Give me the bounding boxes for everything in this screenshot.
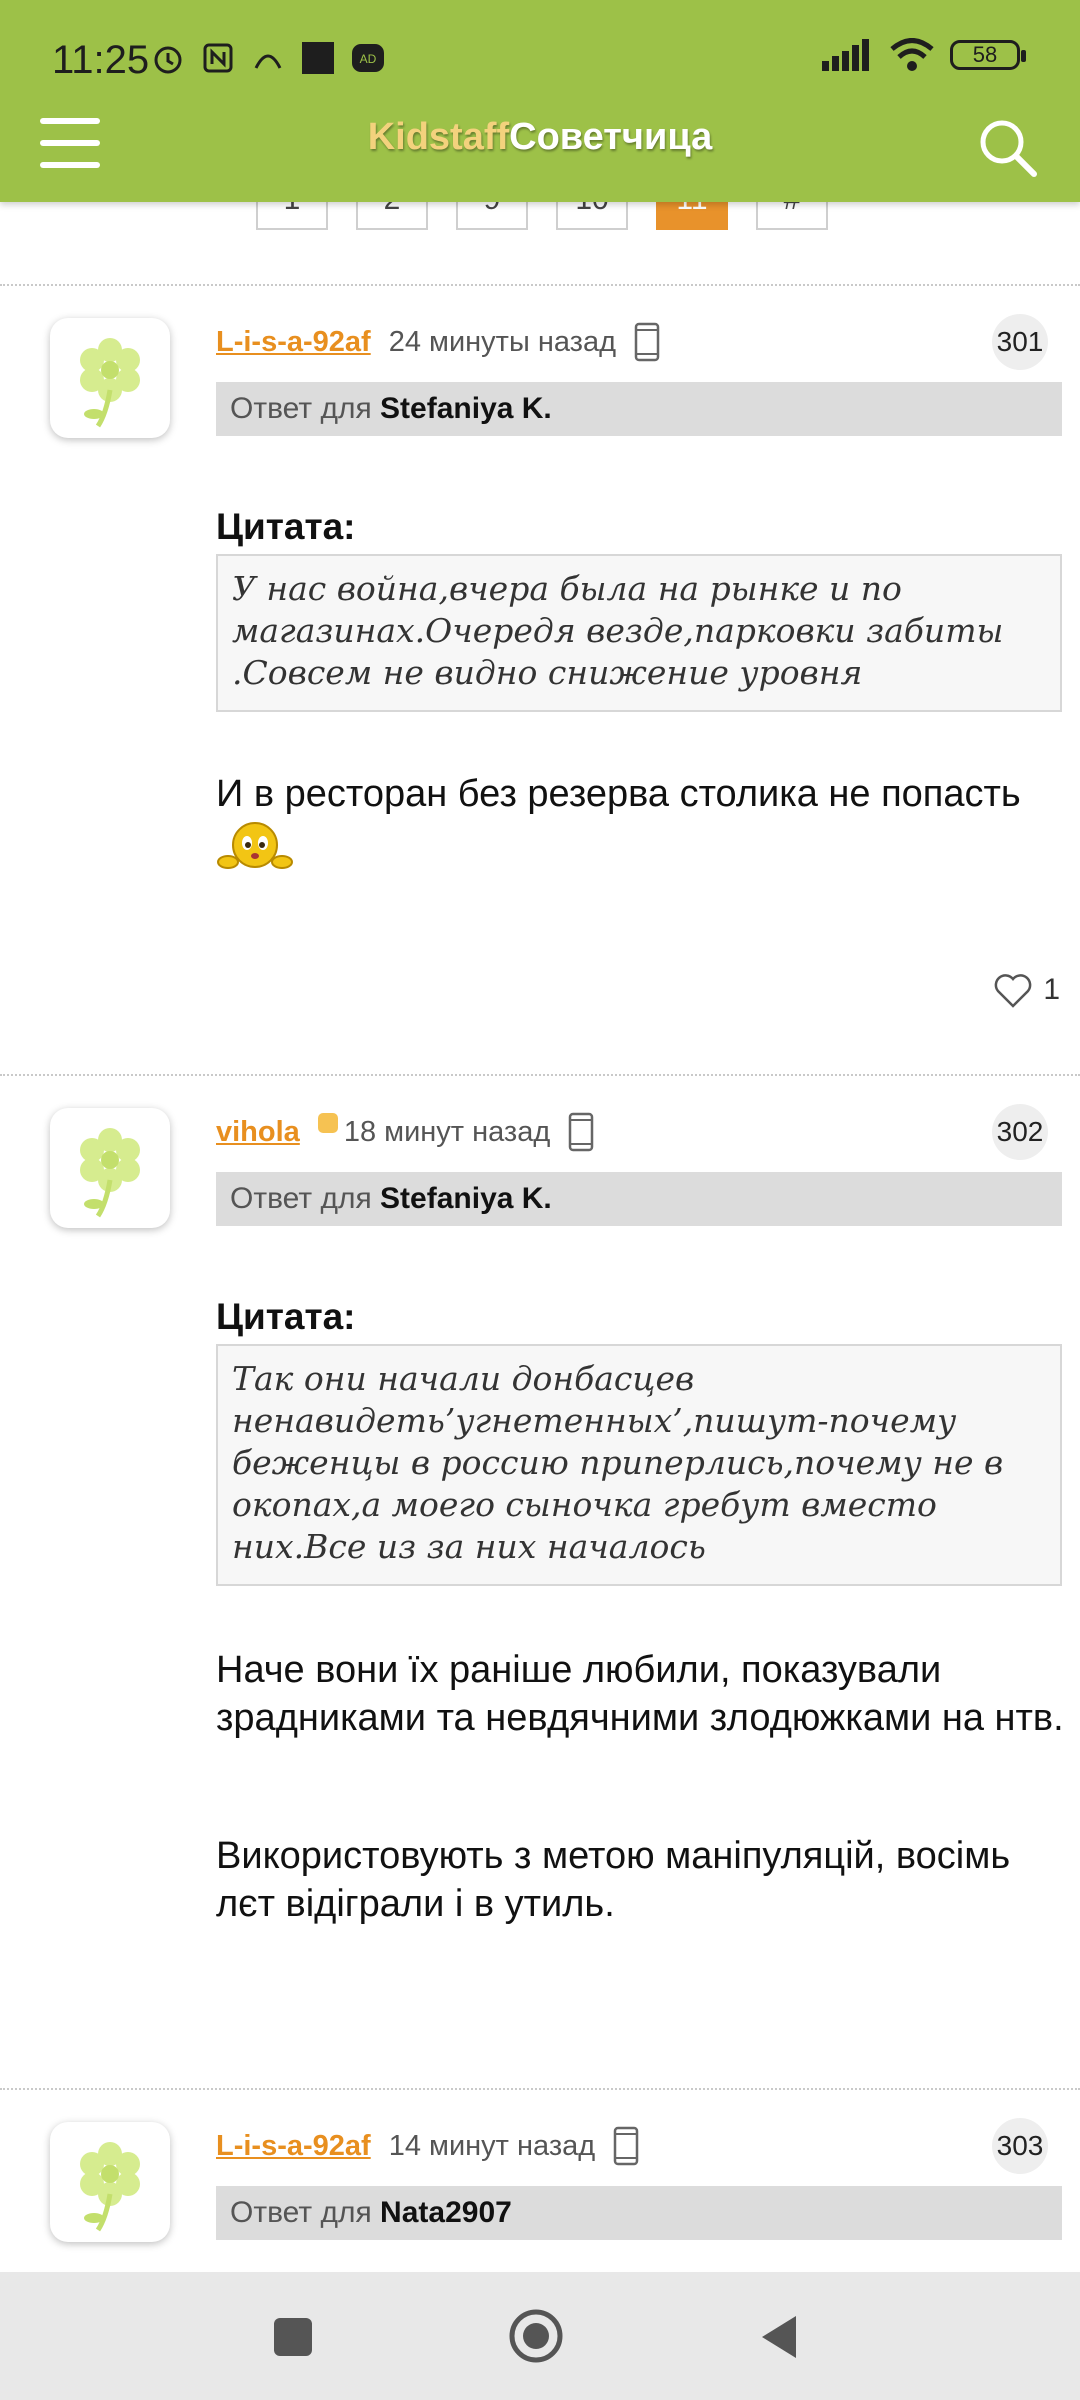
post-text: И в ресторан без резерва столика не попа… <box>216 770 1066 872</box>
quote-title: Цитата: <box>216 506 356 547</box>
post-time: 24 минуты назад <box>388 325 617 358</box>
reply-to-user: Nata2907 <box>380 2196 512 2229</box>
status-bar: 11:25 AD 58 <box>0 0 1080 120</box>
quote-title: Цитата: <box>216 1296 356 1337</box>
post-text-paragraph-2: Використовують з метою маніпуляцій, восі… <box>216 1835 1011 1925</box>
post-time: 18 минут назад <box>343 1115 551 1148</box>
square-icon <box>302 42 334 74</box>
quote-box: Так они начали донбасцев ненавидеть’угне… <box>216 1344 1062 1586</box>
reply-to-bar[interactable]: Ответ для Nata2907 <box>216 2186 1062 2240</box>
flower-icon <box>80 1128 140 1218</box>
site-logo[interactable]: KidstaffСоветчица <box>0 116 1080 159</box>
flower-icon <box>80 2142 140 2232</box>
post-meta: L-i-s-a-92af 14 минут назад <box>216 2122 639 2170</box>
divider <box>0 2088 1080 2090</box>
mobile-device-icon <box>569 1112 594 1152</box>
heart-icon <box>995 974 1032 1008</box>
post-time: 14 минут назад <box>388 2129 596 2162</box>
back-button[interactable] <box>756 2312 806 2362</box>
svg-text:AD: AD <box>360 52 377 66</box>
brand-part-1: Kidstaff <box>367 116 510 158</box>
search-icon[interactable] <box>976 116 1040 180</box>
battery-icon: 58 <box>950 40 1026 70</box>
post-number[interactable]: 303 <box>992 2118 1048 2174</box>
notification-icons: AD <box>150 40 386 76</box>
username-link[interactable]: L-i-s-a-92af <box>216 326 371 359</box>
reply-to-bar[interactable]: Ответ для Stefaniya K. <box>216 382 1062 436</box>
nfc-icon <box>203 43 233 73</box>
post-number[interactable]: 301 <box>992 314 1048 370</box>
reply-prefix: Ответ для <box>230 1182 372 1215</box>
mobile-device-icon <box>613 2126 639 2166</box>
post-text-content: И в ресторан без резерва столика не попа… <box>216 773 1021 815</box>
wifi-icon <box>890 38 934 71</box>
clock: 11:25 <box>52 38 150 82</box>
system-nav-bar <box>0 2272 1080 2400</box>
reply-to-user: Stefaniya K. <box>380 1182 552 1215</box>
cell-signal-icon <box>822 39 869 71</box>
mobile-device-icon <box>634 322 660 362</box>
smiley-icon <box>217 822 293 869</box>
flower-icon <box>80 338 140 428</box>
like-button[interactable]: 1 <box>993 972 1060 1008</box>
alarm-icon <box>154 46 182 74</box>
post-meta: L-i-s-a-92af 24 минуты назад <box>216 318 660 366</box>
ad-blocker-icon: AD <box>352 44 384 72</box>
divider <box>0 284 1080 286</box>
avatar[interactable] <box>50 2122 170 2242</box>
post-number[interactable]: 302 <box>992 1104 1048 1160</box>
post-text-paragraph-1: Наче вони їх раніше любили, показували з… <box>216 1649 1064 1739</box>
post-meta: vihola 18 минут назад <box>216 1108 594 1156</box>
home-button[interactable] <box>508 2308 564 2364</box>
reply-prefix: Ответ для <box>230 2196 372 2229</box>
reply-to-bar[interactable]: Ответ для Stefaniya K. <box>216 1172 1062 1226</box>
username-link[interactable]: vihola <box>216 1116 300 1149</box>
online-indicator <box>317 1113 338 1133</box>
top-nav: KidstaffСоветчица <box>0 110 1080 202</box>
avatar[interactable] <box>50 318 170 438</box>
reply-to-user: Stefaniya K. <box>380 392 552 425</box>
app-bar: 11:25 AD 58 KidstaffСоветчица <box>0 0 1080 202</box>
username-link[interactable]: L-i-s-a-92af <box>216 2130 371 2163</box>
system-indicators: 58 <box>822 38 1026 72</box>
brand-part-2: Советчица <box>509 116 713 158</box>
like-count: 1 <box>1043 973 1060 1006</box>
reply-prefix: Ответ для <box>230 392 372 425</box>
avatar[interactable] <box>50 1108 170 1228</box>
divider <box>0 1074 1080 1076</box>
recent-apps-button[interactable] <box>268 2312 318 2362</box>
signal-arc-icon <box>254 54 282 69</box>
quote-box: У нас война,вчера была на рынке и по маг… <box>216 554 1062 712</box>
